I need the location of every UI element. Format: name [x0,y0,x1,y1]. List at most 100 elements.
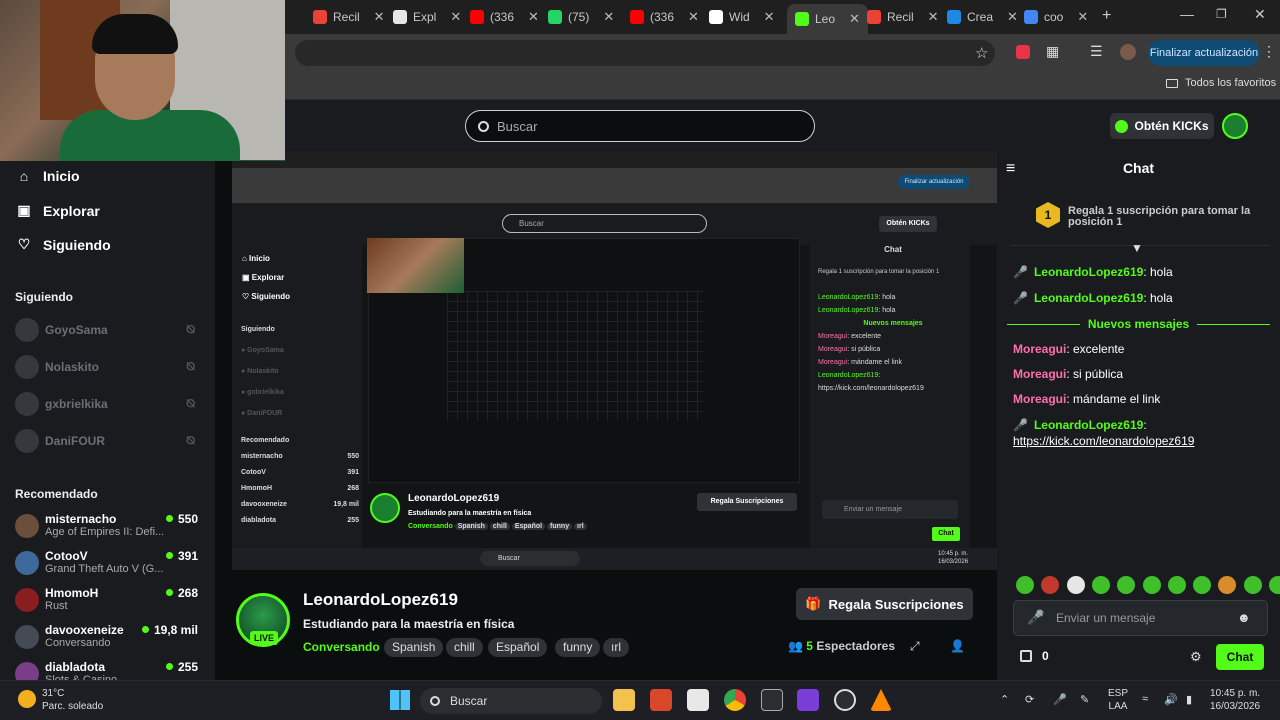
bookmark-star-icon[interactable]: ☆ [975,44,988,62]
battery-icon[interactable]: ▮ [1186,693,1192,706]
file-explorer-icon[interactable] [613,689,635,711]
mic-tray-icon[interactable]: 🎤 [1053,693,1067,706]
whiteboard-app-icon[interactable] [687,689,709,711]
tab-close-icon[interactable]: ✕ [928,9,939,25]
emote-icon[interactable] [1167,576,1186,594]
pdf-app-icon[interactable] [761,689,783,711]
tab-close-icon[interactable]: ✕ [1077,9,1088,25]
editor-app-icon[interactable] [797,689,819,711]
emote-icon[interactable] [1142,576,1161,594]
browser-tab[interactable]: (336 ✕ [630,6,699,28]
channel-points[interactable]: 0 [1020,649,1049,663]
search-input[interactable]: Buscar [465,110,815,142]
calendar-app-icon[interactable] [650,689,672,711]
following-item[interactable]: gxbrielkika ⦰ [15,392,205,416]
puzzle-icon[interactable]: ▦ [1046,43,1059,60]
volume-icon[interactable]: 🔊 [1164,693,1178,706]
weather-widget[interactable]: 31°C Parc. soleado [42,687,103,713]
sync-icon[interactable]: ⟳ [1025,693,1034,706]
tab-close-icon[interactable]: ✕ [764,9,775,25]
chat-username[interactable]: LeonardoLopez619 [1034,265,1143,279]
profile-icon[interactable] [1120,44,1136,60]
address-bar[interactable] [295,40,995,66]
emote-icon[interactable] [1066,576,1085,594]
share-icon[interactable]: ⤢ [910,639,920,654]
wifi-icon[interactable]: ≈ [1142,693,1148,705]
following-item[interactable]: GoyoSama ⦰ [15,318,205,342]
sidebar-nav-item[interactable]: ⌂ Inicio [15,168,80,184]
emote-icon[interactable] [1243,576,1262,594]
pen-tray-icon[interactable]: ✎ [1080,693,1089,706]
expand-banner-icon[interactable]: ▼ [1131,241,1143,255]
browser-tab[interactable]: Expl ✕ [393,6,461,28]
stream-tag[interactable]: Spanish [384,638,444,657]
user-avatar[interactable] [1222,113,1248,139]
stream-tag[interactable]: funny [555,638,601,657]
browser-tab[interactable]: (336 ✕ [470,6,539,28]
tab-close-icon[interactable]: ✕ [374,9,385,25]
stream-tag[interactable]: Español [488,638,548,657]
chat-message-input[interactable]: Enviar un mensaje [1013,600,1268,636]
microphone-icon[interactable]: 🎤 [1027,609,1044,626]
channel-name[interactable]: LeonardoLopez619 [303,590,458,610]
taskbar-search[interactable]: Buscar [420,688,602,714]
recommended-item[interactable]: davooxeneize Conversando 19,8 mil [15,623,205,651]
recommended-item[interactable]: CotooV Grand Theft Auto V (G... 391 [15,549,205,577]
stream-category[interactable]: Conversando [303,640,380,654]
emoji-icon[interactable]: ☻ [1237,610,1251,625]
stream-tag[interactable]: chill [446,638,483,657]
browser-tab[interactable]: Recil ✕ [313,6,385,28]
tab-close-icon[interactable]: ✕ [849,11,860,27]
browser-tab[interactable]: (75) ✕ [548,6,614,28]
browser-tab[interactable]: Leo ✕ [787,4,868,34]
obs-icon[interactable] [834,689,856,711]
sidebar-nav-item[interactable]: ♡ Siguiendo [15,236,111,253]
minimize-button[interactable]: — [1180,6,1194,22]
get-kicks-button[interactable]: Obtén KICKs [1110,113,1214,139]
stream-tag[interactable]: ırl [603,638,629,657]
taskbar-clock[interactable]: 10:45 p. m. 16/03/2026 [1210,687,1260,713]
chat-username[interactable]: Moreagui [1013,367,1066,381]
chat-username[interactable]: Moreagui [1013,342,1066,356]
tab-close-icon[interactable]: ✕ [528,9,539,25]
chat-settings-icon[interactable]: ⚙ [1190,649,1202,665]
browser-menu-icon[interactable]: ⋮ [1262,43,1276,60]
weather-icon[interactable] [18,690,36,708]
browser-tab[interactable]: Crea ✕ [947,6,1018,28]
browser-tab[interactable]: coo ✕ [1024,6,1088,28]
extension-icon[interactable] [1016,45,1030,59]
chat-username[interactable]: Moreagui [1013,392,1066,406]
gift-sub-banner[interactable]: 1 Regala 1 suscripción para tomar la pos… [1010,190,1270,246]
update-browser-button[interactable]: Finalizar actualización [1148,40,1260,66]
chat-link[interactable]: https://kick.com/leonardolopez619 [1013,434,1194,448]
recommended-item[interactable]: misternacho Age of Empires II: Defi... 550 [15,512,205,540]
browser-tab[interactable]: Wid ✕ [709,6,775,28]
maximize-button[interactable]: ❐ [1216,7,1227,21]
chrome-icon[interactable] [724,689,746,711]
tab-close-icon[interactable]: ✕ [450,9,461,25]
chat-send-button[interactable]: Chat [1216,644,1264,670]
close-window-button[interactable]: ✕ [1254,6,1266,23]
browser-tab[interactable]: Recil ✕ [867,6,939,28]
gift-subscriptions-button[interactable]: 🎁 Regala Suscripciones [796,588,973,620]
language-indicator[interactable]: ESP LAA [1108,687,1128,713]
chat-username[interactable]: LeonardoLopez619 [1034,291,1143,305]
tab-close-icon[interactable]: ✕ [1007,9,1018,25]
tray-overflow-icon[interactable]: ⌃ [1000,693,1009,706]
windows-start-icon[interactable] [390,690,410,710]
tab-close-icon[interactable]: ✕ [603,9,614,25]
emote-icon[interactable] [1016,576,1034,594]
sidebar-nav-item[interactable]: ▣ Explorar [15,202,99,219]
all-bookmarks[interactable]: Todos los favoritos [1166,77,1276,89]
follow-icon[interactable]: 👤 [950,639,965,653]
stream-video[interactable]: Finalizar actualización Buscar Obtén KIC… [232,151,997,570]
following-item[interactable]: DaniFOUR ⦰ [15,429,205,453]
emote-icon[interactable] [1091,576,1110,594]
emote-icon[interactable] [1193,576,1212,594]
recommended-item[interactable]: HmomoH Rust 268 [15,586,205,614]
new-tab-button[interactable]: + [1102,7,1111,25]
emote-icon[interactable] [1269,576,1280,594]
following-item[interactable]: Nolaskito ⦰ [15,355,205,379]
tab-close-icon[interactable]: ✕ [688,9,699,25]
media-control-icon[interactable]: ☰ [1090,43,1103,60]
